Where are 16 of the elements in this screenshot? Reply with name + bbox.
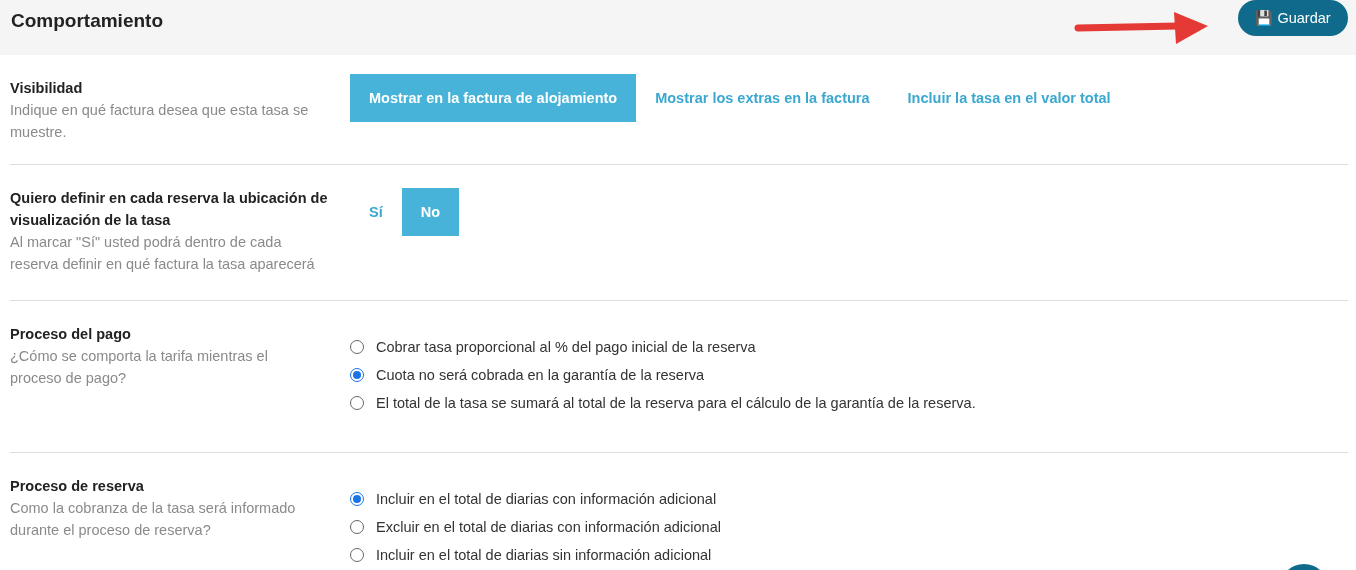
section-description: Indique en qué factura desea que esta tasa se muestre. — [10, 101, 310, 142]
radio-label[interactable]: Incluir en el total de diarias con información adicional — [376, 491, 717, 507]
section-title: Quiero definir en cada reserva la ubicación de visualización de la tasa — [10, 189, 329, 230]
page-title: Comportamiento — [11, 9, 163, 32]
radio-label[interactable]: El total de la tasa se sumará al total de la reserva para el cálculo de la garantía de la reserva. — [376, 395, 976, 411]
section-title: Proceso de reserva — [10, 477, 145, 496]
radio-label[interactable]: Cobrar tasa proporcional al % del pago inicial de la reserva — [376, 339, 756, 355]
radio-label[interactable]: Excluir en el total de diarias con información adicional — [376, 519, 721, 535]
save-button[interactable]: 💾 Guardar — [1238, 0, 1348, 36]
section-description: ¿Cómo se comporta la tarifa mientras el proceso de pago? — [10, 347, 269, 388]
section-description: Al marcar "Sí" usted podrá dentro de cada reserva definir en qué factura la tasa aparecerá — [10, 233, 316, 274]
radio-label[interactable]: Incluir en el total de diarias sin información adicional — [376, 547, 712, 563]
section-title: Proceso del pago — [10, 325, 132, 344]
radio-label[interactable]: Cuota no será cobrada en la garantía de la reserva — [376, 367, 705, 383]
section-description: Como la cobranza de la tasa será informado durante el proceso de reserva? — [10, 499, 297, 540]
section-title: Visibilidad — [10, 79, 84, 98]
